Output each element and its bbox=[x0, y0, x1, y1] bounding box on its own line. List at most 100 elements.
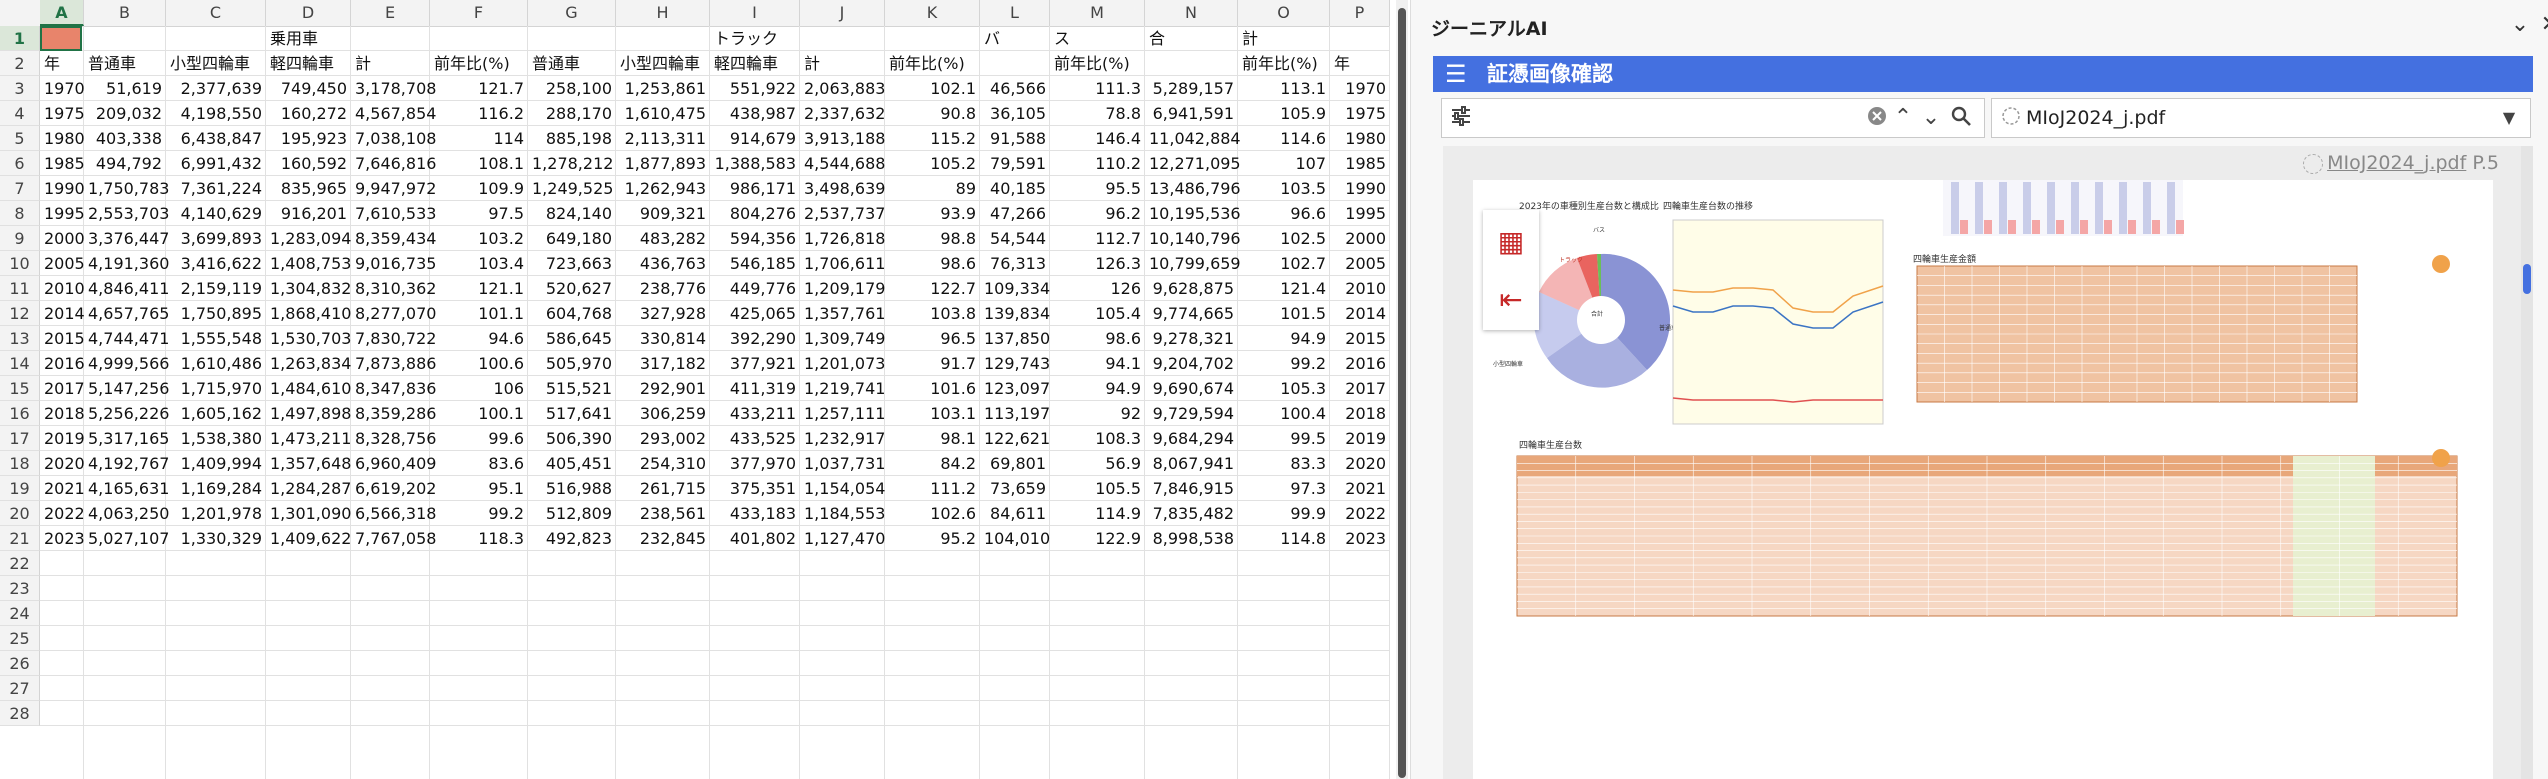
data-cell[interactable]: 13,486,796 bbox=[1145, 176, 1241, 201]
data-cell[interactable]: 1990 bbox=[1330, 176, 1390, 201]
data-cell[interactable]: 1,877,893 bbox=[616, 151, 710, 176]
data-cell[interactable]: 89 bbox=[885, 176, 980, 201]
data-cell[interactable]: 1,538,380 bbox=[166, 426, 266, 451]
data-cell[interactable]: 98.6 bbox=[885, 251, 980, 276]
column-header-N[interactable]: N bbox=[1145, 0, 1238, 26]
data-cell[interactable]: 105.5 bbox=[1050, 476, 1145, 501]
data-cell[interactable]: 1975 bbox=[40, 101, 85, 126]
data-cell[interactable]: 4,063,250 bbox=[84, 501, 169, 526]
data-cell[interactable]: 1,232,917 bbox=[800, 426, 885, 451]
data-cell[interactable]: 403,338 bbox=[84, 126, 166, 151]
data-cell[interactable]: 99.6 bbox=[430, 426, 528, 451]
data-cell[interactable]: 40,185 bbox=[980, 176, 1050, 201]
column-title-cell[interactable]: 計 bbox=[800, 51, 885, 76]
data-cell[interactable]: 4,140,629 bbox=[166, 201, 266, 226]
data-cell[interactable]: 909,321 bbox=[616, 201, 710, 226]
data-cell[interactable]: 2017 bbox=[40, 376, 85, 401]
data-cell[interactable]: 121.1 bbox=[430, 276, 528, 301]
data-cell[interactable]: 10,799,659 bbox=[1145, 251, 1241, 276]
row-header-7[interactable]: 7 bbox=[0, 176, 40, 201]
data-cell[interactable]: 3,913,188 bbox=[800, 126, 885, 151]
data-cell[interactable]: 2020 bbox=[1330, 451, 1390, 476]
data-cell[interactable]: 885,198 bbox=[528, 126, 616, 151]
data-cell[interactable]: 2014 bbox=[1330, 301, 1390, 326]
data-cell[interactable]: 8,310,362 bbox=[351, 276, 436, 301]
data-cell[interactable]: 1,037,731 bbox=[800, 451, 885, 476]
table-view-icon[interactable]: ▦ bbox=[1483, 214, 1539, 270]
data-cell[interactable]: 111.3 bbox=[1050, 76, 1145, 101]
row-header-4[interactable]: 4 bbox=[0, 101, 40, 126]
data-cell[interactable]: 392,290 bbox=[710, 326, 800, 351]
data-cell[interactable]: 1980 bbox=[40, 126, 85, 151]
data-cell[interactable]: 2014 bbox=[40, 301, 85, 326]
data-cell[interactable]: 1,610,486 bbox=[166, 351, 266, 376]
data-cell[interactable]: 2023 bbox=[40, 526, 85, 551]
row-header-5[interactable]: 5 bbox=[0, 126, 40, 151]
data-cell[interactable]: 2,337,632 bbox=[800, 101, 885, 126]
dropdown-arrow-icon[interactable]: ▼ bbox=[2496, 105, 2522, 131]
data-cell[interactable]: 7,610,533 bbox=[351, 201, 436, 226]
data-cell[interactable]: 104,010 bbox=[980, 526, 1050, 551]
data-cell[interactable]: 102.6 bbox=[885, 501, 980, 526]
data-cell[interactable]: 1,257,111 bbox=[800, 401, 885, 426]
data-cell[interactable]: 375,351 bbox=[710, 476, 800, 501]
data-cell[interactable]: 1995 bbox=[1330, 201, 1390, 226]
data-cell[interactable]: 914,679 bbox=[710, 126, 800, 151]
data-cell[interactable]: 83.6 bbox=[430, 451, 528, 476]
data-cell[interactable]: 5,317,165 bbox=[84, 426, 169, 451]
data-cell[interactable]: 105.2 bbox=[885, 151, 980, 176]
column-title-cell[interactable]: 前年比(%) bbox=[1238, 51, 1330, 76]
data-cell[interactable]: 1,868,410 bbox=[266, 301, 351, 326]
data-cell[interactable]: 102.1 bbox=[885, 76, 980, 101]
file-select-dropdown[interactable]: MIoJ2024_j.pdf ▼ bbox=[1991, 98, 2531, 138]
data-cell[interactable]: 2,537,737 bbox=[800, 201, 885, 226]
row-header-24[interactable]: 24 bbox=[0, 601, 40, 626]
data-cell[interactable]: 1,127,470 bbox=[800, 526, 885, 551]
data-cell[interactable]: 46,566 bbox=[980, 76, 1050, 101]
data-cell[interactable]: 116.2 bbox=[430, 101, 528, 126]
data-cell[interactable]: 7,835,482 bbox=[1145, 501, 1238, 526]
data-cell[interactable]: 377,970 bbox=[710, 451, 800, 476]
viewer-scrollbar[interactable] bbox=[2521, 146, 2533, 779]
row-header-9[interactable]: 9 bbox=[0, 226, 40, 251]
data-cell[interactable]: 84,611 bbox=[980, 501, 1050, 526]
data-cell[interactable]: 114 bbox=[430, 126, 528, 151]
data-cell[interactable]: 7,646,816 bbox=[351, 151, 436, 176]
data-cell[interactable]: 411,319 bbox=[710, 376, 800, 401]
data-cell[interactable]: 1,209,179 bbox=[800, 276, 885, 301]
data-cell[interactable]: 95.5 bbox=[1050, 176, 1145, 201]
data-cell[interactable]: 47,266 bbox=[980, 201, 1050, 226]
row-header-19[interactable]: 19 bbox=[0, 476, 40, 501]
data-cell[interactable]: 6,960,409 bbox=[351, 451, 436, 476]
data-cell[interactable]: 505,970 bbox=[528, 351, 616, 376]
data-cell[interactable]: 1,409,994 bbox=[166, 451, 266, 476]
data-cell[interactable]: 306,259 bbox=[616, 401, 710, 426]
row-header-14[interactable]: 14 bbox=[0, 351, 40, 376]
data-cell[interactable]: 6,619,202 bbox=[351, 476, 436, 501]
data-cell[interactable]: 4,191,360 bbox=[84, 251, 169, 276]
column-header-G[interactable]: G bbox=[528, 0, 616, 26]
search-bar[interactable]: ⌃ ⌄ bbox=[1441, 98, 1985, 138]
row-header-21[interactable]: 21 bbox=[0, 526, 40, 551]
data-cell[interactable]: 209,032 bbox=[84, 101, 166, 126]
data-cell[interactable]: 2005 bbox=[1330, 251, 1390, 276]
data-cell[interactable]: 594,356 bbox=[710, 226, 800, 251]
data-cell[interactable]: 238,776 bbox=[616, 276, 710, 301]
data-cell[interactable]: 10,140,796 bbox=[1145, 226, 1241, 251]
data-cell[interactable]: 330,814 bbox=[616, 326, 710, 351]
data-cell[interactable]: 1,750,783 bbox=[84, 176, 169, 201]
data-cell[interactable]: 6,991,432 bbox=[166, 151, 266, 176]
data-cell[interactable]: 7,846,915 bbox=[1145, 476, 1238, 501]
data-cell[interactable]: 433,525 bbox=[710, 426, 800, 451]
data-cell[interactable]: 122.7 bbox=[885, 276, 980, 301]
data-cell[interactable]: 551,922 bbox=[710, 76, 800, 101]
data-cell[interactable]: 2,553,703 bbox=[84, 201, 169, 226]
data-cell[interactable]: 106 bbox=[430, 376, 528, 401]
data-cell[interactable]: 94.6 bbox=[430, 326, 528, 351]
data-cell[interactable]: 3,376,447 bbox=[84, 226, 169, 251]
data-cell[interactable]: 93.9 bbox=[885, 201, 980, 226]
data-cell[interactable]: 8,359,286 bbox=[351, 401, 436, 426]
data-cell[interactable]: 2018 bbox=[40, 401, 85, 426]
data-cell[interactable]: 96.5 bbox=[885, 326, 980, 351]
group-header-cell[interactable]: ス bbox=[1050, 26, 1145, 51]
